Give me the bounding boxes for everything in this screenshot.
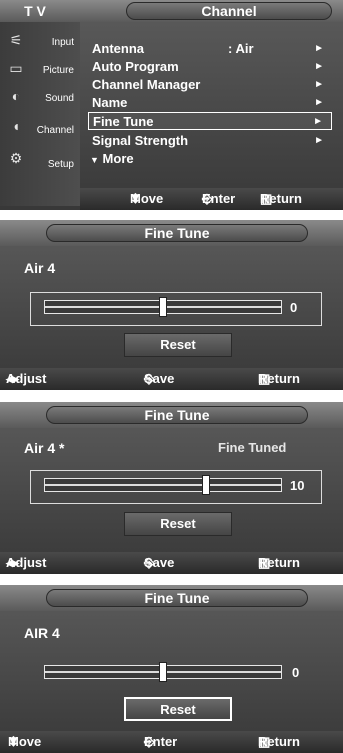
- menu-item-label: Auto Program: [92, 59, 179, 74]
- fine-tune-header: Fine Tune: [0, 402, 343, 428]
- fine-tuned-status: Fine Tuned: [218, 440, 287, 455]
- triangle-down-icon: ▼: [90, 155, 99, 165]
- fine-tune-title: Fine Tune: [46, 589, 308, 607]
- sidebar-item-picture[interactable]: ▭ Picture: [0, 56, 80, 84]
- menu-header: T V Channel: [0, 0, 343, 22]
- menu-title: Channel: [126, 2, 332, 20]
- chevron-right-icon: ►: [314, 61, 324, 72]
- reset-button[interactable]: Reset: [124, 697, 232, 721]
- channel-label: Air 4 *: [24, 440, 65, 456]
- fine-tune-panel-3: Fine Tune AIR 4 0 Reset ⬍ Move ⎆ Enter ▥…: [0, 585, 343, 753]
- fine-tune-slider[interactable]: [44, 475, 282, 495]
- slider-thumb[interactable]: [159, 297, 167, 317]
- menu-item-label: Name: [92, 95, 128, 110]
- move-label: Move: [8, 734, 42, 749]
- sidebar-item-label: Sound: [45, 93, 74, 104]
- chevron-right-icon: ►: [314, 43, 324, 54]
- return-label: Return: [258, 371, 300, 386]
- reset-button[interactable]: Reset: [124, 333, 232, 357]
- menu-item-label: Signal Strength: [92, 133, 189, 148]
- fine-tune-value: 10: [290, 478, 305, 493]
- menu-item-more[interactable]: ▼ More: [90, 150, 330, 168]
- chevron-right-icon: ►: [314, 79, 324, 90]
- channel-label: AIR 4: [24, 625, 60, 641]
- reset-button[interactable]: Reset: [124, 512, 232, 536]
- sidebar-item-input[interactable]: ⚟ Input: [0, 28, 80, 56]
- fine-tune-header: Fine Tune: [0, 220, 343, 246]
- fine-tune-title: Fine Tune: [46, 406, 308, 424]
- sidebar-item-label: Setup: [47, 159, 74, 170]
- move-label: Move: [130, 191, 164, 206]
- return-label: Return: [258, 555, 300, 570]
- menu-item-channel-manager[interactable]: Channel Manager ►: [92, 76, 332, 94]
- sidebar: ⚟ Input ▭ Picture ◐ Sound ◖ Channel ⚙ Se…: [0, 22, 80, 206]
- sidebar-item-label: Picture: [42, 65, 74, 76]
- fine-tune-title: Fine Tune: [46, 224, 308, 242]
- return-label: Return: [258, 734, 300, 749]
- chevron-right-icon: ►: [314, 135, 324, 146]
- save-label: Save: [144, 555, 175, 570]
- fine-tune-slider[interactable]: [44, 662, 282, 682]
- sidebar-item-label: Channel: [36, 125, 74, 136]
- channel-menu-panel: T V Channel ⚟ Input ▭ Picture ◐ Sound ◖ …: [0, 0, 343, 210]
- sidebar-item-sound[interactable]: ◐ Sound: [0, 84, 80, 112]
- menu-item-auto-program[interactable]: Auto Program ►: [92, 58, 332, 76]
- fine-tune-value: 0: [290, 300, 298, 315]
- sidebar-item-setup[interactable]: ⚙ Setup: [0, 146, 80, 174]
- fine-tune-header: Fine Tune: [0, 585, 343, 611]
- fine-tune-footer: ◂▸ Adjust ⎆ Save ▥ Return: [0, 368, 343, 390]
- enter-label: Enter: [202, 191, 236, 206]
- fine-tune-footer: ⬍ Move ⎆ Enter ▥ Return: [0, 731, 343, 753]
- slider-thumb[interactable]: [159, 662, 167, 682]
- tv-tab[interactable]: T V: [0, 0, 70, 22]
- menu-item-signal-strength[interactable]: Signal Strength ►: [92, 132, 332, 150]
- menu-item-label: Channel Manager: [92, 77, 201, 92]
- chevron-right-icon: ►: [314, 97, 324, 108]
- menu-item-antenna[interactable]: Antenna : Air ►: [92, 40, 332, 58]
- adjust-label: Adjust: [6, 555, 47, 570]
- adjust-label: Adjust: [6, 371, 47, 386]
- menu-item-value: : Air: [228, 41, 254, 56]
- menu-item-name[interactable]: Name ►: [92, 94, 332, 112]
- enter-label: Enter: [144, 734, 178, 749]
- save-label: Save: [144, 371, 175, 386]
- sidebar-item-channel[interactable]: ◖ Channel: [0, 114, 80, 142]
- channel-label: Air 4: [24, 260, 56, 276]
- fine-tune-value: 0: [292, 665, 300, 680]
- fine-tune-panel-1: Fine Tune Air 4 0 Reset ◂▸ Adjust ⎆ Save…: [0, 220, 343, 390]
- slider-track: [45, 484, 281, 486]
- fine-tune-slider[interactable]: [44, 297, 282, 317]
- sidebar-item-label: Input: [51, 37, 74, 48]
- fine-tune-panel-2: Fine Tune Air 4 * Fine Tuned 10 Reset ◂▸…: [0, 402, 343, 574]
- fine-tune-footer: ◂▸ Adjust ⎆ Save ▥ Return: [0, 552, 343, 574]
- menu-item-fine-tune[interactable]: Fine Tune ►: [88, 112, 332, 130]
- slider-thumb[interactable]: [202, 475, 210, 495]
- return-label: Return: [260, 191, 302, 206]
- menu-item-label: Fine Tune: [93, 114, 154, 129]
- menu-item-label: Antenna: [92, 41, 144, 56]
- menu-item-label: More: [102, 151, 134, 166]
- chevron-right-icon: ►: [313, 116, 323, 127]
- menu-footer: ⬍ Move ⎆ Enter ▥ Return: [80, 188, 343, 210]
